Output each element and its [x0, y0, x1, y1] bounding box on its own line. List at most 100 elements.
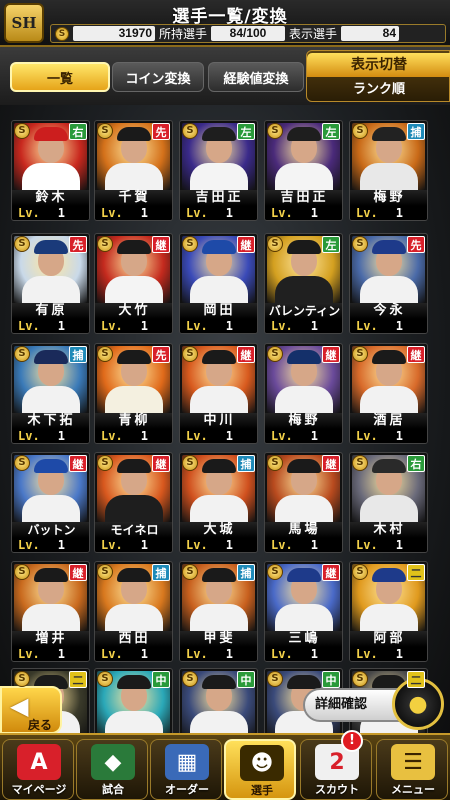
tab-exp-convert[interactable]: 経験値変換: [208, 62, 304, 92]
sort-toggle-button[interactable]: 表示切替 ランク順: [306, 50, 450, 102]
player-card[interactable]: S 継酒居 Lv. 1: [349, 343, 428, 444]
display-count: 84: [341, 26, 400, 41]
player-level: Lv. 1: [95, 429, 172, 443]
tab-list[interactable]: 一覧: [10, 62, 110, 92]
coin-icon: S: [182, 671, 198, 687]
player-name: 阿部: [350, 631, 427, 647]
tab-coin-convert[interactable]: コイン変換: [112, 62, 204, 92]
player-card[interactable]: S 捕木下拓 Lv. 1: [11, 343, 90, 444]
player-card[interactable]: S 先千賀 Lv. 1: [94, 120, 173, 221]
player-card[interactable]: S 継バットン Lv. 1: [11, 452, 90, 553]
position-badge: 先: [69, 236, 87, 253]
game-icon: ◆: [91, 744, 135, 780]
owned-label: 所持選手: [159, 27, 208, 41]
player-level: Lv. 1: [12, 647, 89, 661]
coin-icon: S: [97, 123, 113, 139]
nav-player-button[interactable]: ☻ 選手: [224, 739, 296, 800]
level-prefix: Lv.: [101, 206, 123, 220]
coin-icon: S: [267, 236, 283, 252]
player-card[interactable]: S 継モイネロ Lv. 1: [94, 452, 173, 553]
sort-toggle-value: ランク順: [352, 82, 405, 97]
level-prefix: Lv.: [186, 206, 208, 220]
level-value: 1: [57, 319, 65, 333]
level-prefix: Lv.: [356, 319, 378, 333]
coin-icon: S: [14, 564, 30, 580]
order-icon: ▦: [165, 744, 209, 780]
nav-menu-button[interactable]: ☰ メニュー: [376, 739, 448, 800]
position-badge: 継: [152, 236, 170, 253]
player-card[interactable]: S 左吉田正 Lv. 1: [179, 120, 258, 221]
player-card[interactable]: S 左バレンティン Lv. 1: [264, 233, 343, 334]
position-badge: 左: [322, 123, 340, 140]
level-prefix: Lv.: [271, 647, 293, 661]
nav-mypage-button[interactable]: A マイページ: [2, 739, 74, 800]
player-level: Lv. 1: [12, 429, 89, 443]
player-level: Lv. 1: [350, 538, 427, 552]
player-card[interactable]: S 先有原 Lv. 1: [11, 233, 90, 334]
nav-game-button[interactable]: ◆ 試合: [76, 739, 148, 800]
player-level: Lv. 1: [180, 647, 257, 661]
position-badge: 継: [237, 346, 255, 363]
player-level: Lv. 1: [265, 647, 342, 661]
nav-label: オーダー: [165, 783, 209, 796]
level-prefix: Lv.: [356, 647, 378, 661]
back-button[interactable]: ◀ 戻る: [0, 686, 62, 734]
coin-icon: S: [182, 346, 198, 362]
player-name: 増井: [12, 631, 89, 647]
player-card[interactable]: S 継増井 Lv. 1: [11, 561, 90, 662]
player-card[interactable]: S 継大竹 Lv. 1: [94, 233, 173, 334]
player-card[interactable]: S 先青柳 Lv. 1: [94, 343, 173, 444]
player-card[interactable]: S 二阿部 Lv. 1: [349, 561, 428, 662]
team-logo: SH: [4, 3, 44, 43]
player-card[interactable]: S 捕甲斐 Lv. 1: [179, 561, 258, 662]
player-level: Lv. 1: [180, 538, 257, 552]
level-prefix: Lv.: [18, 319, 40, 333]
player-card[interactable]: S 右木村 Lv. 1: [349, 452, 428, 553]
level-prefix: Lv.: [356, 429, 378, 443]
position-badge: 捕: [152, 564, 170, 581]
level-value: 1: [395, 429, 403, 443]
coin-icon: S: [352, 123, 368, 139]
level-prefix: Lv.: [18, 538, 40, 552]
player-level: Lv. 1: [12, 206, 89, 220]
player-name: 今永: [350, 303, 427, 319]
level-value: 1: [395, 206, 403, 220]
player-card[interactable]: S 継岡田 Lv. 1: [179, 233, 258, 334]
player-name: 青柳: [95, 413, 172, 429]
position-badge: 継: [237, 236, 255, 253]
player-card[interactable]: S 継梅野 Lv. 1: [264, 343, 343, 444]
player-card[interactable]: S 継三嶋 Lv. 1: [264, 561, 343, 662]
level-value: 1: [310, 647, 318, 661]
coin-icon: S: [14, 123, 30, 139]
level-prefix: Lv.: [356, 538, 378, 552]
player-card[interactable]: S 捕西田 Lv. 1: [94, 561, 173, 662]
player-card[interactable]: S 捕梅野 Lv. 1: [349, 120, 428, 221]
level-value: 1: [225, 538, 233, 552]
nav-order-button[interactable]: ▦ オーダー: [150, 739, 222, 800]
coin-icon: S: [97, 671, 113, 687]
player-card[interactable]: S 捕大城 Lv. 1: [179, 452, 258, 553]
nav-label: 試合: [102, 783, 124, 796]
nav-scout-button[interactable]: 2 スカウト: [300, 739, 372, 800]
player-level: Lv. 1: [350, 206, 427, 220]
player-card[interactable]: S 継馬場 Lv. 1: [264, 452, 343, 553]
coin-icon: S: [352, 455, 368, 471]
coin-icon: S: [97, 346, 113, 362]
level-prefix: Lv.: [271, 429, 293, 443]
back-arrow-icon: ◀: [10, 692, 29, 720]
player-card[interactable]: S 右鈴木 Lv. 1: [11, 120, 90, 221]
player-name: 馬場: [265, 522, 342, 538]
coin-icon: S: [267, 564, 283, 580]
player-icon: ☻: [240, 745, 284, 781]
player-name: 鈴木: [12, 190, 89, 206]
position-badge: 左: [322, 236, 340, 253]
coin-icon: S: [182, 455, 198, 471]
coin-icon: S: [14, 236, 30, 252]
player-card[interactable]: S 左吉田正 Lv. 1: [264, 120, 343, 221]
coin-icon: S: [14, 346, 30, 362]
player-card[interactable]: S 先今永 Lv. 1: [349, 233, 428, 334]
position-badge: 二: [69, 671, 87, 688]
player-card[interactable]: S 継中川 Lv. 1: [179, 343, 258, 444]
sort-toggle-title: 表示切替: [307, 53, 450, 77]
coin-icon: S: [182, 564, 198, 580]
